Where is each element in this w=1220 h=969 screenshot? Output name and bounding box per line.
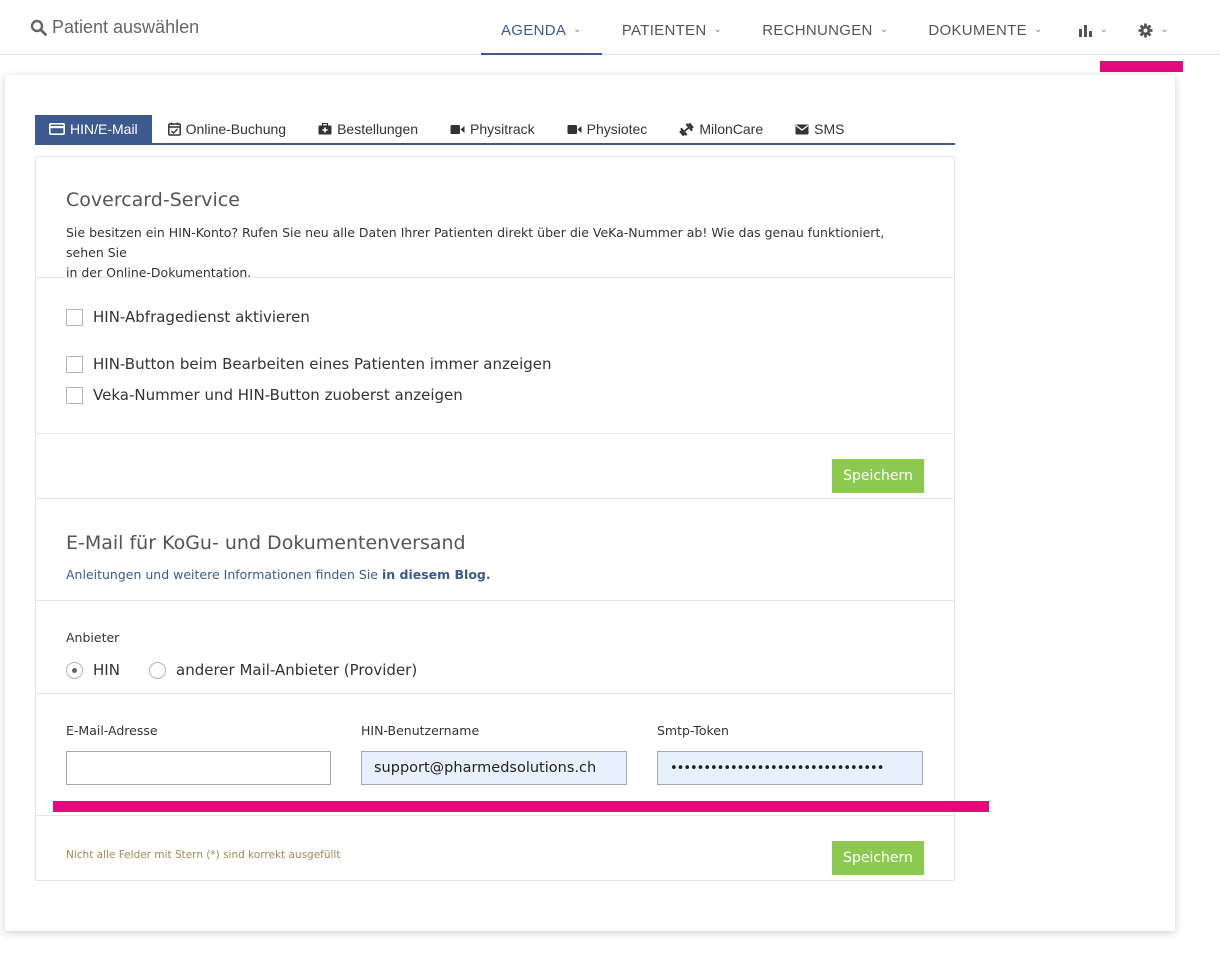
radio-circle[interactable]	[149, 661, 166, 679]
validation-note: Nicht alle Felder mit Stern (*) sind kor…	[66, 849, 341, 861]
nav-agenda-label: AGENDA	[501, 22, 567, 39]
main-nav: AGENDA ⌄ PATIENTEN ⌄ RECHNUNGEN ⌄ DOKUME…	[481, 0, 1184, 55]
patient-search-label: Patient auswählen	[52, 17, 200, 37]
nav-statistics[interactable]: ⌄	[1063, 0, 1124, 55]
envelope-icon	[795, 124, 809, 134]
email-section-title: E-Mail für KoGu- und Dokumentenversand	[66, 532, 466, 554]
hin-username-input[interactable]: support@pharmedsolutions.ch	[361, 751, 627, 785]
covercard-title: Covercard-Service	[66, 189, 240, 211]
tab-miloncare[interactable]: MilonCare	[663, 115, 779, 143]
chevron-down-icon: ⌄	[879, 24, 889, 35]
patient-search[interactable]: Patient auswählen	[30, 17, 199, 38]
smtp-token-input[interactable]: ••••••••••••••••••••••••••••••••	[657, 751, 923, 785]
chevron-down-icon: ⌄	[1099, 24, 1109, 35]
email-info-text: Anleitungen und weitere Informationen fi…	[66, 567, 382, 582]
bar-chart-icon	[1078, 24, 1092, 37]
email-info: Anleitungen und weitere Informationen fi…	[66, 565, 926, 585]
checkbox-box[interactable]	[66, 386, 83, 404]
tab-hin-email-label: HIN/E-Mail	[70, 121, 138, 137]
gear-icon	[1138, 23, 1153, 38]
medkit-icon	[318, 123, 332, 135]
provider-radio-hin[interactable]: HIN	[66, 661, 120, 679]
checkbox-box[interactable]	[66, 355, 83, 373]
hin-abfragedienst-checkbox[interactable]: HIN-Abfragedienst aktivieren	[66, 308, 310, 326]
nav-rechnungen[interactable]: RECHNUNGEN ⌄	[742, 0, 908, 55]
nav-agenda[interactable]: AGENDA ⌄	[481, 0, 602, 55]
divider	[36, 815, 954, 816]
email-save-button[interactable]: Speichern	[832, 841, 924, 875]
covercard-description: Sie besitzen ein HIN-Konto? Rufen Sie ne…	[66, 223, 926, 283]
smtp-token-label: Smtp-Token	[657, 723, 729, 738]
tab-physitrack[interactable]: Physitrack	[434, 115, 551, 143]
tab-online-buchung[interactable]: Online-Buchung	[152, 115, 302, 143]
radio-label: HIN	[93, 661, 120, 679]
email-address-label: E-Mail-Adresse	[66, 723, 158, 738]
highlight-marker	[1100, 61, 1183, 72]
tab-physiotec-label: Physiotec	[586, 121, 648, 137]
divider	[36, 600, 954, 601]
settings-tabs: HIN/E-Mail Online-Buchung Bestellungen P…	[35, 115, 955, 145]
checkbox-box[interactable]	[66, 308, 83, 326]
hin-button-edit-checkbox[interactable]: HIN-Button beim Bearbeiten eines Patient…	[66, 355, 552, 373]
veka-top-checkbox[interactable]: Veka-Nummer und HIN-Button zuoberst anze…	[66, 386, 463, 404]
top-navbar: Patient auswählen AGENDA ⌄ PATIENTEN ⌄ R…	[0, 0, 1220, 55]
covercard-description-line2: in der Online-Dokumentation.	[66, 265, 252, 280]
tab-sms[interactable]: SMS	[779, 115, 860, 143]
checkbox-label: Veka-Nummer und HIN-Button zuoberst anze…	[93, 386, 463, 404]
provider-label: Anbieter	[66, 630, 120, 645]
tab-physiotec[interactable]: Physiotec	[551, 115, 664, 143]
dumbbell-icon	[679, 122, 695, 136]
divider	[36, 498, 954, 499]
nav-patienten-label: PATIENTEN	[621, 22, 707, 39]
tab-online-buchung-label: Online-Buchung	[185, 121, 287, 137]
radio-circle[interactable]	[66, 661, 83, 679]
radio-label: anderer Mail-Anbieter (Provider)	[176, 661, 418, 679]
tab-physitrack-label: Physitrack	[470, 121, 535, 137]
tab-bestellungen-label: Bestellungen	[337, 121, 419, 137]
provider-radio-other[interactable]: anderer Mail-Anbieter (Provider)	[149, 661, 417, 679]
chevron-down-icon: ⌄	[573, 24, 582, 35]
hin-username-label: HIN-Benutzername	[361, 723, 480, 738]
chevron-down-icon: ⌄	[713, 24, 723, 35]
credit-card-icon	[49, 123, 65, 135]
video-camera-icon	[450, 124, 465, 134]
nav-dokumente[interactable]: DOKUMENTE ⌄	[908, 0, 1062, 55]
video-camera-icon	[567, 124, 582, 134]
calendar-check-icon	[167, 122, 181, 136]
highlight-marker	[53, 801, 989, 812]
email-address-input[interactable]	[66, 751, 331, 785]
blog-link[interactable]: in diesem Blog.	[382, 567, 491, 582]
nav-settings[interactable]: ⌄	[1123, 0, 1184, 55]
chevron-down-icon: ⌄	[1160, 24, 1169, 35]
checkbox-label: HIN-Abfragedienst aktivieren	[93, 308, 310, 326]
nav-rechnungen-label: RECHNUNGEN	[762, 22, 873, 39]
checkbox-label: HIN-Button beim Bearbeiten eines Patient…	[93, 355, 552, 373]
nav-dokumente-label: DOKUMENTE	[928, 22, 1027, 39]
covercard-description-line1: Sie besitzen ein HIN-Konto? Rufen Sie ne…	[66, 225, 885, 260]
tab-miloncare-label: MilonCare	[699, 121, 764, 137]
divider	[36, 433, 954, 434]
tab-hin-email[interactable]: HIN/E-Mail	[35, 115, 152, 143]
divider	[36, 693, 954, 694]
chevron-down-icon: ⌄	[1033, 24, 1043, 35]
covercard-save-button[interactable]: Speichern	[832, 459, 924, 493]
search-icon	[30, 19, 47, 36]
divider	[36, 277, 954, 278]
tab-sms-label: SMS	[814, 121, 845, 137]
hin-email-panel: Covercard-Service Sie besitzen ein HIN-K…	[35, 156, 955, 881]
tab-bestellungen[interactable]: Bestellungen	[302, 115, 434, 143]
nav-patienten[interactable]: PATIENTEN ⌄	[602, 0, 742, 55]
